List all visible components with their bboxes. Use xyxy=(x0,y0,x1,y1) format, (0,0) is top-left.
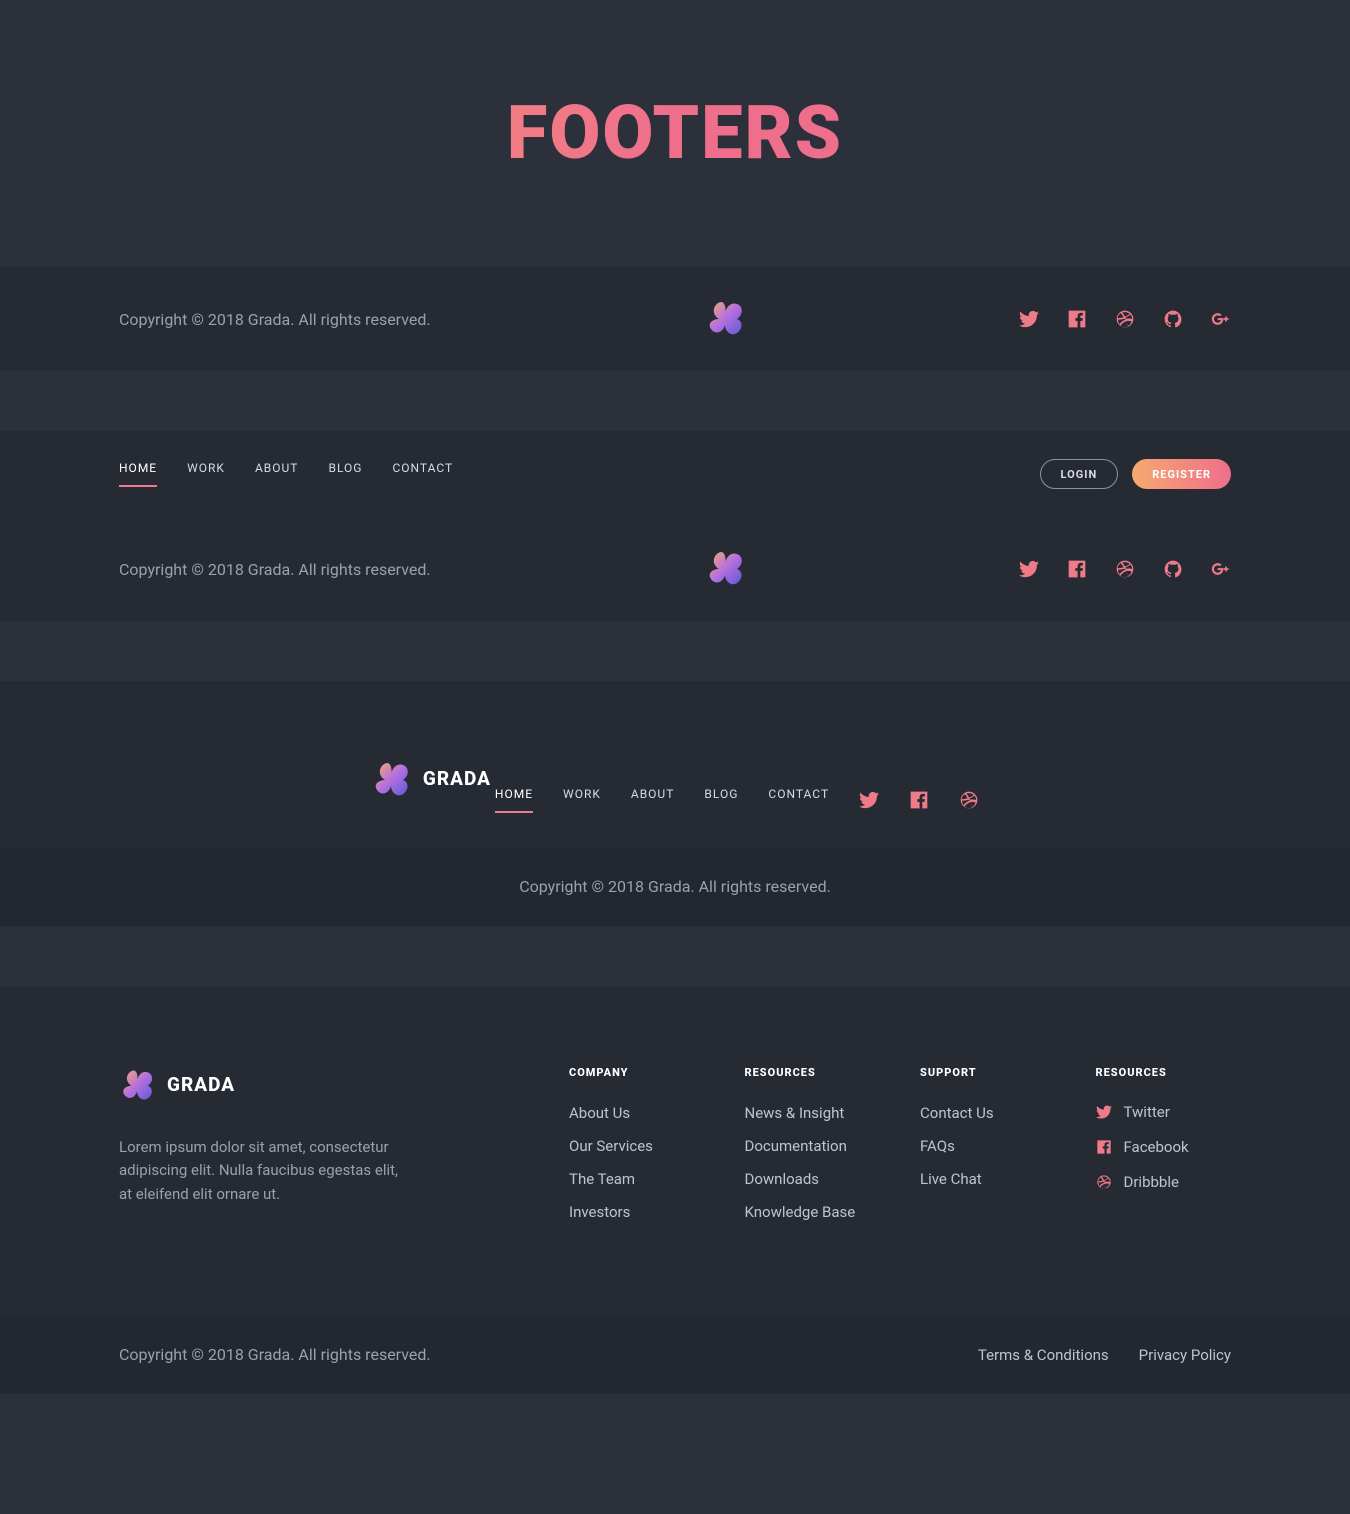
col-social: RESOURCES Twitter Facebook Dribbble xyxy=(1096,1066,1232,1235)
col-title: RESOURCES xyxy=(1096,1066,1232,1079)
link-live-chat[interactable]: Live Chat xyxy=(920,1170,982,1188)
github-icon[interactable] xyxy=(1163,559,1183,579)
col-title: COMPANY xyxy=(569,1066,705,1079)
brand-name: GRADA xyxy=(167,1073,235,1096)
link-privacy[interactable]: Privacy Policy xyxy=(1139,1346,1231,1364)
dribbble-icon[interactable] xyxy=(959,790,979,810)
facebook-icon[interactable] xyxy=(1067,309,1087,329)
link-documentation[interactable]: Documentation xyxy=(745,1137,847,1155)
footer-1: Copyright © 2018 Grada. All rights reser… xyxy=(0,267,1350,371)
twitter-icon[interactable] xyxy=(1019,309,1039,329)
nav-work[interactable]: WORK xyxy=(563,787,601,813)
link-investors[interactable]: Investors xyxy=(569,1203,630,1221)
nav-blog[interactable]: BLOG xyxy=(704,787,738,813)
col-title: RESOURCES xyxy=(745,1066,881,1079)
link-the-team[interactable]: The Team xyxy=(569,1170,635,1188)
copyright-text: Copyright © 2018 Grada. All rights reser… xyxy=(119,1345,431,1364)
facebook-icon xyxy=(1096,1139,1112,1155)
footer-4-top: GRADA Lorem ipsum dolor sit amet, consec… xyxy=(0,986,1350,1315)
nav-contact[interactable]: CONTACT xyxy=(768,787,829,813)
col-resources: RESOURCES News & Insight Documentation D… xyxy=(745,1066,881,1235)
dribbble-icon[interactable] xyxy=(1115,559,1135,579)
dribbble-icon xyxy=(1096,1174,1112,1190)
copyright-text: Copyright © 2018 Grada. All rights reser… xyxy=(119,560,431,579)
googleplus-icon[interactable] xyxy=(1211,309,1231,329)
login-button[interactable]: LOGIN xyxy=(1040,459,1119,489)
col-title: SUPPORT xyxy=(920,1066,1056,1079)
link-terms[interactable]: Terms & Conditions xyxy=(978,1346,1109,1364)
social-links xyxy=(1019,309,1231,329)
nav-home[interactable]: HOME xyxy=(495,787,533,813)
swirl-icon xyxy=(371,758,411,798)
nav-contact[interactable]: CONTACT xyxy=(392,461,453,487)
link-contact-us[interactable]: Contact Us xyxy=(920,1104,994,1122)
link-twitter[interactable]: Twitter xyxy=(1096,1103,1170,1121)
copyright-text: Copyright © 2018 Grada. All rights reser… xyxy=(119,310,431,329)
col-company: COMPANY About Us Our Services The Team I… xyxy=(569,1066,705,1235)
nav-about[interactable]: ABOUT xyxy=(631,787,675,813)
link-facebook[interactable]: Facebook xyxy=(1096,1138,1189,1156)
link-knowledge-base[interactable]: Knowledge Base xyxy=(745,1203,856,1221)
col-support: SUPPORT Contact Us FAQs Live Chat xyxy=(920,1066,1056,1235)
footer-3-top: GRADA HOME WORK ABOUT BLOG CONTACT xyxy=(0,681,1350,847)
brand-logo[interactable]: GRADA xyxy=(119,1066,235,1102)
link-news-insight[interactable]: News & Insight xyxy=(745,1104,845,1122)
nav-home[interactable]: HOME xyxy=(119,461,157,487)
swirl-icon xyxy=(119,1066,155,1102)
twitter-icon xyxy=(1096,1104,1112,1120)
nav-blog[interactable]: BLOG xyxy=(328,461,362,487)
facebook-icon[interactable] xyxy=(909,790,929,810)
register-button[interactable]: REGISTER xyxy=(1132,459,1231,489)
github-icon[interactable] xyxy=(1163,309,1183,329)
nav-about[interactable]: ABOUT xyxy=(255,461,299,487)
footer-3-bottom: Copyright © 2018 Grada. All rights reser… xyxy=(0,847,1350,926)
link-label: Facebook xyxy=(1124,1138,1189,1156)
brand-logo[interactable]: GRADA xyxy=(371,758,491,798)
link-dribbble[interactable]: Dribbble xyxy=(1096,1173,1179,1191)
brand-name: GRADA xyxy=(423,767,491,790)
page-title: FOOTERS xyxy=(0,90,1350,177)
brand-logo[interactable] xyxy=(705,297,745,337)
social-links xyxy=(1019,559,1231,579)
link-our-services[interactable]: Our Services xyxy=(569,1137,653,1155)
nav-work[interactable]: WORK xyxy=(187,461,225,487)
twitter-icon[interactable] xyxy=(859,790,879,810)
twitter-icon[interactable] xyxy=(1019,559,1039,579)
link-label: Twitter xyxy=(1124,1103,1170,1121)
dribbble-icon[interactable] xyxy=(1115,309,1135,329)
footer-2-bottom: Copyright © 2018 Grada. All rights reser… xyxy=(0,517,1350,621)
link-label: Dribbble xyxy=(1124,1173,1179,1191)
googleplus-icon[interactable] xyxy=(1211,559,1231,579)
link-downloads[interactable]: Downloads xyxy=(745,1170,820,1188)
legal-links: Terms & Conditions Privacy Policy xyxy=(978,1346,1231,1364)
swirl-icon xyxy=(705,547,745,587)
facebook-icon[interactable] xyxy=(1067,559,1087,579)
brand-logo[interactable] xyxy=(705,547,745,587)
link-about-us[interactable]: About Us xyxy=(569,1104,630,1122)
nav-links-centered: HOME WORK ABOUT BLOG CONTACT xyxy=(495,787,979,813)
swirl-icon xyxy=(705,297,745,337)
nav-links: HOME WORK ABOUT BLOG CONTACT xyxy=(119,461,453,487)
link-faqs[interactable]: FAQs xyxy=(920,1137,955,1155)
footer-4-bottom: Copyright © 2018 Grada. All rights reser… xyxy=(0,1315,1350,1394)
brand-intro-text: Lorem ipsum dolor sit amet, consectetur … xyxy=(119,1136,399,1206)
copyright-text: Copyright © 2018 Grada. All rights reser… xyxy=(519,877,831,896)
footer-2-nav: HOME WORK ABOUT BLOG CONTACT LOGIN REGIS… xyxy=(0,431,1350,517)
